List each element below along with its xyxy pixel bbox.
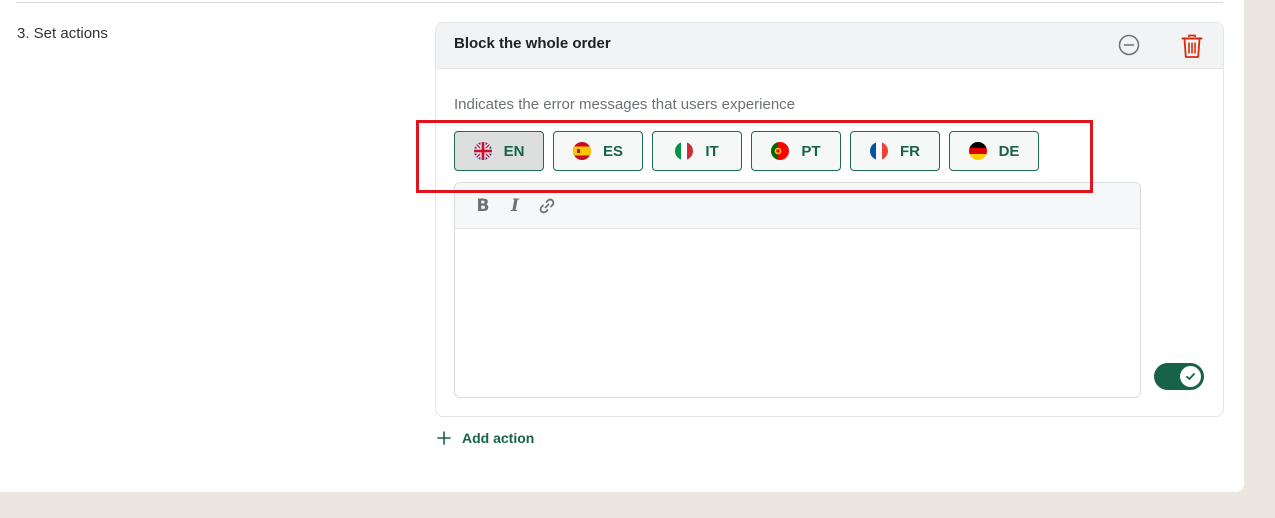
section-label: 3. Set actions xyxy=(17,25,108,42)
helper-text: Indicates the error messages that users … xyxy=(454,96,796,113)
editor-text-area[interactable] xyxy=(455,229,1140,397)
bold-icon: B xyxy=(476,195,490,216)
language-tab-fr[interactable]: FR xyxy=(850,131,940,171)
france-flag-icon xyxy=(870,142,888,160)
action-card: Block the whole order Indicates the erro… xyxy=(435,22,1224,417)
language-tab-en[interactable]: EN xyxy=(454,131,544,171)
minus-circle-icon xyxy=(1118,34,1140,56)
trash-icon xyxy=(1181,34,1203,58)
portugal-flag-icon xyxy=(771,142,790,160)
add-action-button[interactable]: Add action xyxy=(437,430,534,446)
message-editor: B I xyxy=(454,182,1141,398)
language-code: FR xyxy=(900,142,920,160)
language-code: ES xyxy=(602,142,623,160)
check-icon xyxy=(1186,373,1195,380)
language-tab-de[interactable]: DE xyxy=(949,131,1039,171)
germany-flag-icon xyxy=(968,142,987,160)
link-button[interactable] xyxy=(537,196,557,216)
spain-flag-icon xyxy=(572,142,591,160)
toggle-knob xyxy=(1180,366,1201,387)
editor-toolbar: B I xyxy=(455,183,1140,229)
language-tab-it[interactable]: IT xyxy=(652,131,742,171)
bold-button[interactable]: B xyxy=(473,196,493,216)
uk-flag-icon xyxy=(473,142,492,160)
add-action-label: Add action xyxy=(462,430,535,446)
delete-action-button[interactable] xyxy=(1180,33,1204,59)
divider xyxy=(16,2,1223,3)
italic-icon: I xyxy=(511,195,519,216)
language-code: DE xyxy=(998,142,1020,160)
language-code: IT xyxy=(705,142,719,160)
link-icon xyxy=(539,198,555,213)
enable-toggle[interactable] xyxy=(1154,363,1204,390)
language-tabs: EN ES IT PT FR DE xyxy=(454,131,1039,171)
page-card: 3. Set actions Block the whole order Ind… xyxy=(0,0,1244,492)
collapse-button[interactable] xyxy=(1118,34,1140,56)
language-tab-es[interactable]: ES xyxy=(553,131,643,171)
action-header: Block the whole order xyxy=(436,23,1223,69)
language-code: PT xyxy=(801,142,821,160)
action-title: Block the whole order xyxy=(454,35,611,52)
language-tab-pt[interactable]: PT xyxy=(751,131,841,171)
italic-button[interactable]: I xyxy=(505,196,525,216)
plus-icon xyxy=(437,431,451,445)
language-code: EN xyxy=(503,142,525,160)
italy-flag-icon xyxy=(675,142,694,160)
